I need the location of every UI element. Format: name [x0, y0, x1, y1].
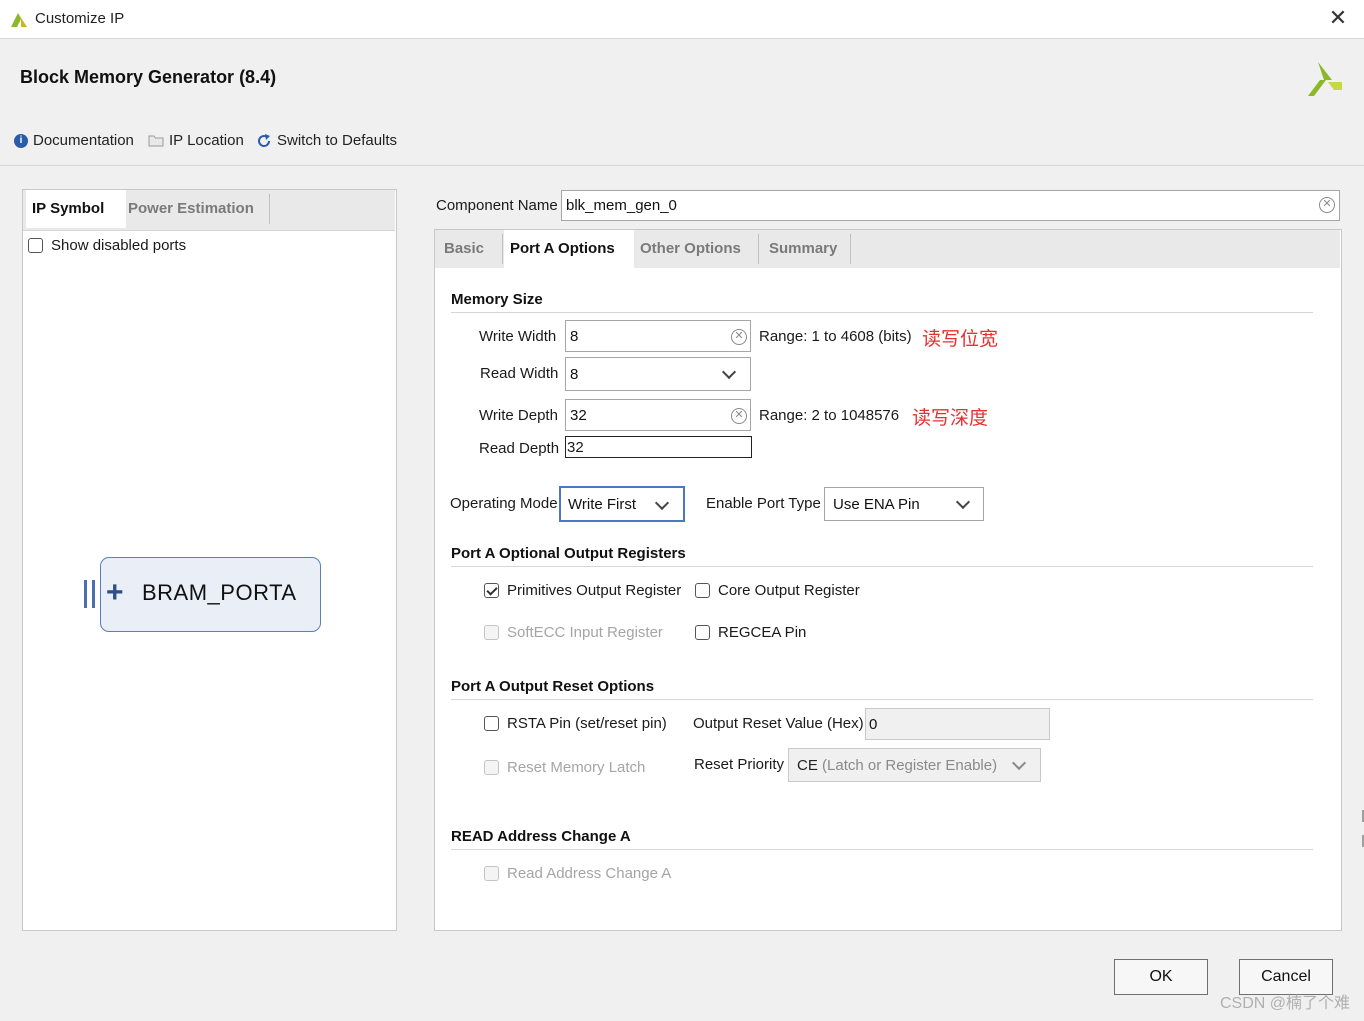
write-depth-label: Write Depth: [479, 407, 558, 424]
softecc-input-register-checkbox: [484, 625, 499, 640]
section-divider: [451, 566, 1313, 567]
component-name-label: Component Name: [436, 197, 558, 214]
switch-to-defaults-label: Switch to Defaults: [277, 132, 398, 149]
read-width-value: 8: [570, 366, 579, 383]
read-width-label: Read Width: [480, 365, 559, 382]
xilinx-brand-logo-icon: [1308, 62, 1342, 96]
regcea-pin-checkbox[interactable]: [695, 625, 710, 640]
depth-annotation: 读写深度: [912, 408, 989, 429]
clear-icon[interactable]: ✕: [731, 329, 747, 345]
primitives-output-register-label: Primitives Output Register: [507, 582, 682, 599]
section-divider: [451, 849, 1313, 850]
write-depth-input[interactable]: 32 ✕: [565, 399, 751, 431]
xilinx-logo-icon: [11, 13, 27, 27]
write-depth-range: Range: 2 to 1048576: [759, 407, 900, 424]
page-title: Block Memory Generator (8.4): [20, 67, 277, 87]
ok-button[interactable]: OK: [1114, 959, 1208, 995]
reset-priority-value: CE (Latch or Register Enable): [797, 757, 997, 774]
bram-porta-label: BRAM_PORTA: [142, 580, 297, 605]
show-disabled-ports-label: Show disabled ports: [51, 237, 187, 254]
softecc-input-register-label: SoftECC Input Register: [507, 624, 663, 641]
write-width-value: 8: [570, 328, 579, 345]
output-reset-value-label: Output Reset Value (Hex): [693, 715, 864, 732]
close-icon[interactable]: ✕: [1326, 6, 1350, 30]
port-bus-line: [92, 580, 95, 608]
tab-other-options[interactable]: Other Options: [634, 230, 756, 268]
tab-ip-symbol[interactable]: IP Symbol: [26, 190, 126, 228]
clear-icon[interactable]: ✕: [1319, 197, 1335, 213]
clear-icon[interactable]: ✕: [731, 408, 747, 424]
core-output-register-label: Core Output Register: [718, 582, 860, 599]
show-disabled-ports-checkbox[interactable]: [28, 238, 43, 253]
operating-mode-value: Write First: [568, 496, 637, 513]
enable-port-type-dropdown[interactable]: Use ENA Pin: [824, 487, 984, 521]
output-reset-value-input[interactable]: 0: [865, 708, 1050, 740]
section-divider: [451, 312, 1313, 313]
read-width-dropdown[interactable]: 8: [565, 357, 751, 391]
optional-registers-title: Port A Optional Output Registers: [451, 545, 686, 562]
expand-plus-icon[interactable]: +: [106, 576, 124, 610]
component-name-value: blk_mem_gen_0: [566, 197, 677, 214]
enable-port-type-label: Enable Port Type: [706, 495, 821, 512]
folder-icon: [148, 135, 164, 147]
read-depth-value: 32: [567, 439, 584, 456]
tab-basic[interactable]: Basic: [438, 230, 504, 268]
info-icon: i: [14, 133, 28, 148]
enable-port-type-value: Use ENA Pin: [833, 496, 920, 513]
read-address-change-title: READ Address Change A: [451, 828, 631, 845]
read-depth-label: Read Depth: [479, 440, 560, 457]
port-bus-line: [84, 580, 87, 608]
options-tab-bar: Basic Port A Options Other Options Summa…: [435, 230, 1340, 268]
memory-size-title: Memory Size: [451, 291, 543, 308]
reset-priority-label: Reset Priority: [694, 756, 785, 773]
read-address-change-label: Read Address Change A: [507, 865, 672, 882]
rsta-pin-label: RSTA Pin (set/reset pin): [507, 715, 667, 732]
tab-port-a-options[interactable]: Port A Options: [504, 230, 634, 268]
ip-location-button[interactable]: IP Location: [148, 132, 244, 149]
regcea-pin-label: REGCEA Pin: [718, 624, 807, 641]
reset-options-title: Port A Output Reset Options: [451, 678, 655, 695]
chevron-down-icon: [721, 364, 737, 380]
switch-to-defaults-button[interactable]: Switch to Defaults: [256, 132, 397, 149]
refresh-icon: [258, 133, 271, 147]
output-reset-value: 0: [869, 716, 878, 733]
write-width-range: Range: 1 to 4608 (bits): [759, 328, 912, 345]
write-width-label: Write Width: [479, 328, 557, 345]
reset-priority-dropdown: CE (Latch or Register Enable): [788, 748, 1041, 782]
window-title: Customize IP: [35, 10, 125, 27]
read-depth-field: 32: [565, 436, 752, 458]
chevron-down-icon: [955, 494, 971, 510]
ip-location-label: IP Location: [169, 132, 244, 149]
chevron-down-icon: [654, 495, 670, 511]
tab-divider: [850, 234, 851, 264]
rsta-pin-checkbox[interactable]: [484, 716, 499, 731]
write-width-input[interactable]: 8 ✕: [565, 320, 751, 352]
section-divider: [451, 699, 1313, 700]
tab-divider: [758, 234, 759, 264]
component-name-input[interactable]: blk_mem_gen_0 ✕: [561, 190, 1340, 221]
primitives-output-register-checkbox[interactable]: [484, 583, 499, 598]
documentation-label: Documentation: [33, 132, 134, 149]
chevron-down-icon: [1011, 755, 1027, 771]
reset-memory-latch-checkbox: [484, 760, 499, 775]
operating-mode-label: Operating Mode: [450, 495, 558, 512]
core-output-register-checkbox[interactable]: [695, 583, 710, 598]
tab-divider: [269, 194, 270, 224]
reset-priority-value-prefix: CE: [797, 757, 818, 774]
reset-memory-latch-label: Reset Memory Latch: [507, 759, 646, 776]
left-tab-bar: IP Symbol Power Estimation: [23, 190, 395, 231]
tab-summary[interactable]: Summary: [763, 230, 847, 268]
watermark: CSDN @楠了个难: [1219, 995, 1350, 1012]
operating-mode-dropdown[interactable]: Write First: [559, 486, 685, 522]
documentation-button[interactable]: i Documentation: [14, 132, 134, 149]
write-depth-value: 32: [570, 407, 587, 424]
reset-priority-value-rest: (Latch or Register Enable): [817, 757, 998, 774]
read-address-change-checkbox: [484, 866, 499, 881]
tab-power-estimation[interactable]: Power Estimation: [122, 190, 274, 228]
tab-divider: [502, 234, 503, 264]
title-bar: [0, 0, 1364, 39]
width-annotation: 读写位宽: [922, 329, 999, 350]
